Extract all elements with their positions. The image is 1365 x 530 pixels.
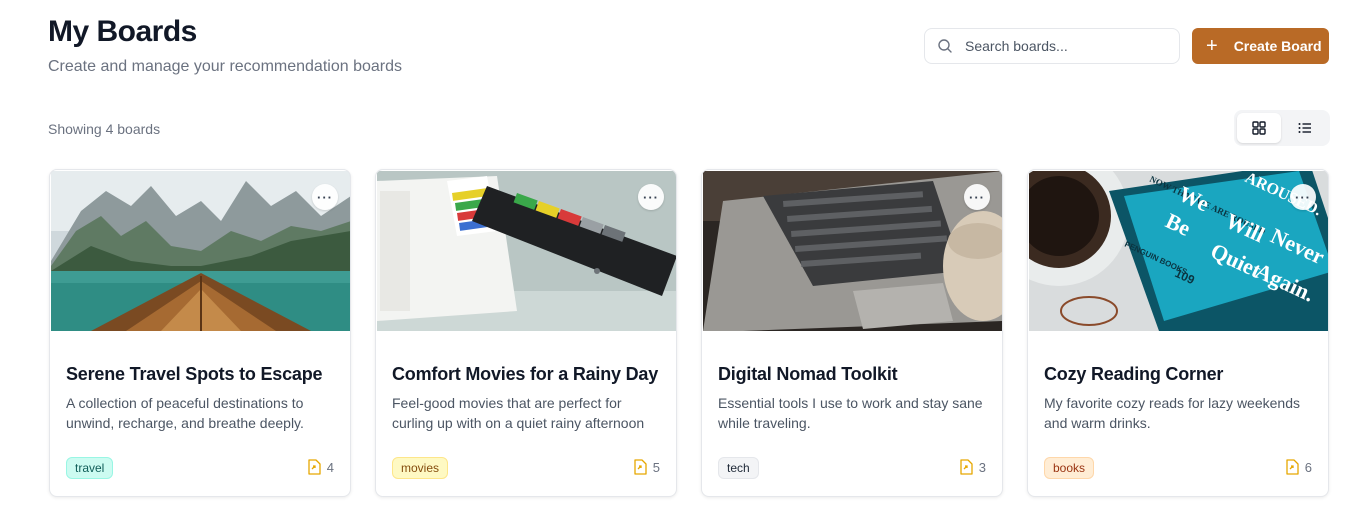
board-tag[interactable]: movies	[392, 457, 449, 479]
grid-icon	[1252, 121, 1266, 135]
document-link-icon	[308, 459, 321, 475]
board-card-movies[interactable]: ··· Comfort Movies for a Rainy Day Feel-…	[375, 169, 677, 497]
board-count-value: 4	[326, 459, 334, 475]
search-input[interactable]	[965, 38, 1165, 54]
board-item-count: 6	[1285, 459, 1312, 475]
more-options-button[interactable]: ···	[638, 184, 664, 210]
view-toggle	[1234, 110, 1330, 146]
more-options-button[interactable]: ···	[964, 184, 990, 210]
board-description: Feel-good movies that are perfect for cu…	[392, 395, 645, 431]
board-description: Essential tools I use to work and stay s…	[718, 395, 983, 431]
board-title: Cozy Reading Corner	[1044, 364, 1224, 384]
board-tag[interactable]: tech	[718, 457, 759, 479]
board-image-travel	[51, 171, 350, 331]
list-view-button[interactable]	[1283, 113, 1327, 143]
document-link-icon	[960, 459, 973, 475]
document-link-icon	[1286, 459, 1299, 475]
board-title: Serene Travel Spots to Escape	[66, 364, 323, 384]
board-image-movies	[377, 171, 676, 331]
create-board-button[interactable]: + Create Board	[1192, 28, 1329, 64]
board-title: Digital Nomad Toolkit	[718, 364, 898, 384]
document-link-icon	[634, 459, 647, 475]
grid-view-button[interactable]	[1237, 113, 1281, 143]
board-image-tech	[703, 171, 1002, 331]
board-count-value: 6	[1304, 459, 1312, 475]
board-item-count: 4	[307, 459, 334, 475]
board-description: My favorite cozy reads for lazy weekends…	[1044, 395, 1300, 431]
board-card-tech[interactable]: ··· Digital Nomad Toolkit Essential tool…	[701, 169, 1003, 497]
board-item-count: 3	[959, 459, 986, 475]
more-options-button[interactable]: ···	[1290, 184, 1316, 210]
board-count-text: Showing 4 boards	[48, 121, 161, 137]
board-item-count: 5	[633, 459, 660, 475]
board-card-books[interactable]: NOW THAT WE ARE ROUSED AROUSED. We Be Wi…	[1027, 169, 1329, 497]
page-title: My Boards	[48, 15, 197, 48]
plus-icon: +	[1206, 35, 1218, 57]
board-count-value: 3	[978, 459, 986, 475]
search-box[interactable]	[924, 28, 1180, 64]
create-board-label: Create Board	[1233, 38, 1322, 54]
board-description: A collection of peaceful destinations to…	[66, 395, 304, 431]
search-icon	[938, 39, 952, 53]
page-subtitle: Create and manage your recommendation bo…	[48, 58, 402, 75]
board-title: Comfort Movies for a Rainy Day	[392, 364, 659, 384]
board-tag[interactable]: books	[1044, 457, 1095, 479]
board-card-travel[interactable]: ··· Serene Travel Spots to Escape A coll…	[49, 169, 351, 497]
board-image-books: NOW THAT WE ARE ROUSED AROUSED. We Be Wi…	[1029, 171, 1328, 331]
board-tag[interactable]: travel	[66, 457, 114, 479]
list-icon	[1298, 123, 1311, 133]
more-options-button[interactable]: ···	[312, 184, 338, 210]
board-count-value: 5	[652, 459, 660, 475]
